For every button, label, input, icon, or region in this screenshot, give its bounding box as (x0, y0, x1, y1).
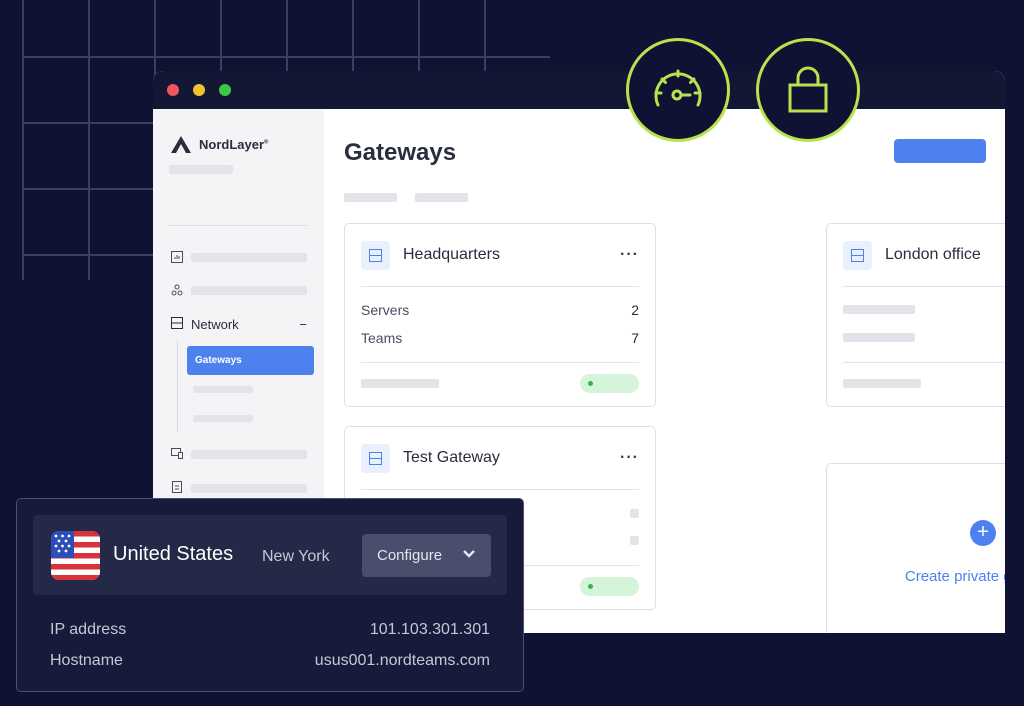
lock-icon (788, 66, 828, 113)
row-placeholder (630, 536, 639, 545)
card-header: London office ··· (843, 240, 1005, 270)
sidebar-item-network[interactable]: Network − (171, 317, 307, 332)
sidebar-item-placeholder[interactable] (191, 484, 307, 493)
card-row-teams: Teams 7 (361, 330, 639, 346)
card-divider (843, 286, 1005, 287)
minimize-window-button[interactable] (193, 84, 205, 96)
document-icon (171, 481, 184, 494)
lock-badge (756, 38, 860, 142)
country-name: United States (113, 543, 234, 565)
server-icon (361, 240, 390, 270)
brand-name: NordLayer® (199, 136, 269, 152)
card-divider (361, 286, 639, 287)
sidebar-item-network-label: Network (191, 317, 239, 332)
window-titlebar (153, 71, 1005, 109)
workspace-placeholder (169, 165, 233, 174)
configure-label: Configure (377, 547, 443, 564)
city-name: New York (262, 548, 330, 565)
tab-placeholder[interactable] (415, 193, 468, 202)
card-divider (361, 489, 639, 490)
plus-icon[interactable]: + (970, 520, 996, 546)
team-icon (171, 284, 184, 297)
tab-placeholder[interactable] (344, 193, 397, 202)
footer-placeholder (361, 379, 439, 388)
card-divider (361, 362, 639, 363)
submenu-guide-line (177, 341, 178, 433)
footer-placeholder (843, 379, 921, 388)
sidebar-item-gateways[interactable]: Gateways (187, 346, 314, 375)
sidebar-item-placeholder[interactable] (191, 253, 307, 262)
close-window-button[interactable] (167, 84, 179, 96)
us-flag-icon (51, 531, 100, 580)
row-placeholder (630, 509, 639, 518)
speedometer-badge (626, 38, 730, 142)
sidebar-item-placeholder[interactable] (191, 450, 307, 459)
card-divider (843, 362, 1005, 363)
row-placeholder (843, 305, 915, 314)
card-header: Test Gateway ··· (361, 443, 639, 473)
ip-address-row: IP address 101.103.301.301 (50, 621, 490, 639)
ip-address-label: IP address (50, 621, 127, 638)
server-icon (171, 317, 183, 332)
row-placeholder (843, 333, 915, 342)
chevron-down-icon (463, 550, 475, 558)
create-gateway-card[interactable]: + Create private gateway (826, 463, 1005, 633)
hostname-label: Hostname (50, 652, 123, 669)
create-gateway-link[interactable]: Create private gateway (827, 568, 1005, 585)
speedometer-icon (654, 69, 702, 107)
gateway-card-headquarters[interactable]: Headquarters ··· Servers 2 Teams 7 (344, 223, 656, 407)
maximize-window-button[interactable] (219, 84, 231, 96)
hostname-value: usus001.nordteams.com (314, 652, 490, 669)
submenu-item-placeholder[interactable] (193, 415, 253, 422)
add-gateway-button[interactable] (894, 139, 986, 163)
nordlayer-logo-icon (171, 136, 191, 153)
page-title: Gateways (344, 139, 457, 166)
submenu-item-placeholder[interactable] (193, 386, 253, 393)
card-title: Headquarters (403, 246, 500, 263)
more-options-icon[interactable]: ··· (620, 449, 639, 467)
location-header: United States New York Configure (33, 515, 507, 595)
configure-button[interactable]: Configure (362, 534, 491, 577)
device-icon (171, 447, 184, 460)
dashboard-icon (171, 251, 184, 264)
server-icon (361, 443, 390, 473)
brand-logo[interactable]: NordLayer® (169, 134, 268, 154)
hostname-row: Hostname usus001.nordteams.com (50, 652, 490, 670)
ip-address-value: 101.103.301.301 (369, 621, 490, 638)
status-badge (580, 577, 639, 596)
server-icon (843, 240, 872, 270)
sidebar-divider (169, 225, 307, 226)
card-title: Test Gateway (403, 449, 500, 466)
more-options-icon[interactable]: ··· (620, 246, 639, 264)
card-row-servers: Servers 2 (361, 302, 639, 318)
sidebar-item-placeholder[interactable] (191, 286, 307, 295)
card-title: London office (885, 246, 981, 263)
location-panel: United States New York Configure IP addr… (16, 498, 524, 692)
status-badge (580, 374, 639, 393)
gateway-card-london-office[interactable]: London office ··· (826, 223, 1005, 407)
card-header: Headquarters ··· (361, 240, 639, 270)
collapse-icon[interactable]: − (299, 317, 307, 332)
